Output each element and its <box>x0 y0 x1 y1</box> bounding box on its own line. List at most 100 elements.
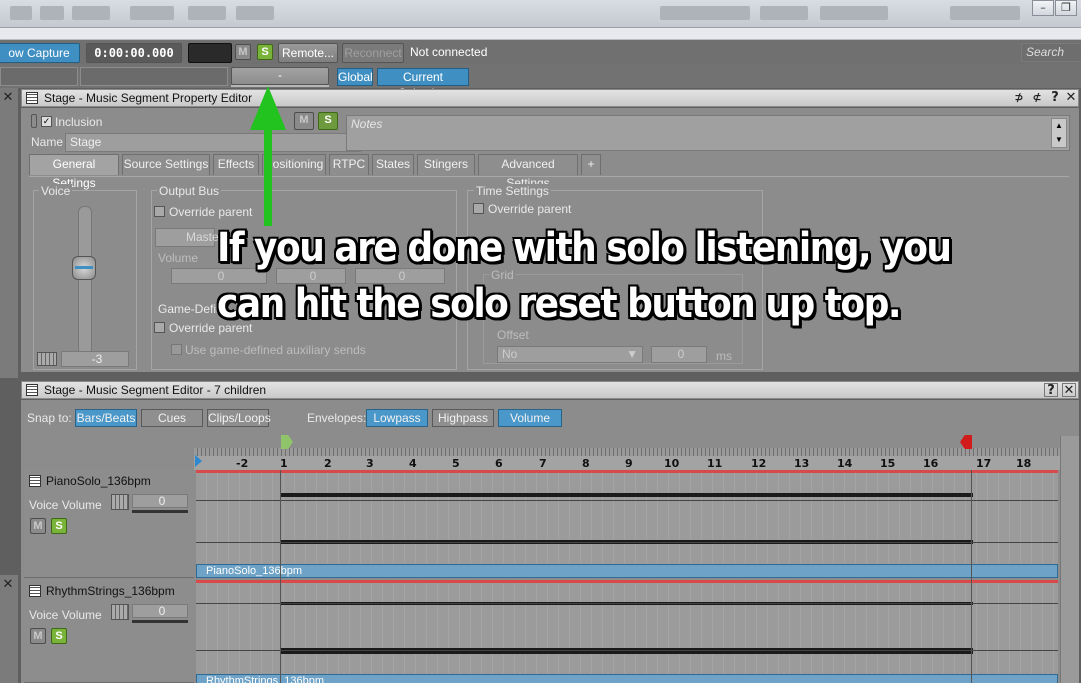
offset-select[interactable]: No ▼ <box>497 346 643 363</box>
ruler-label: 17 <box>976 457 992 470</box>
ruler-label: 4 <box>409 457 417 470</box>
time-settings-label: Time Settings <box>474 184 551 198</box>
snap-to-label: Snap to: <box>27 411 72 425</box>
tab-states[interactable]: States <box>372 154 414 175</box>
restore-icon[interactable]: ❐ <box>1055 0 1077 16</box>
tab-source-settings[interactable]: Source Settings <box>122 154 210 175</box>
output-bus-label: Output Bus <box>157 184 222 198</box>
time-override-checkbox[interactable] <box>473 203 484 214</box>
bus-volume-label: Volume <box>158 251 199 265</box>
inclusion-checkbox[interactable]: ✓ <box>41 116 52 127</box>
segment-editor-title: Stage - Music Segment Editor - 7 childre… <box>44 383 267 397</box>
solo-button[interactable]: S <box>257 44 273 60</box>
help-icon[interactable]: ? <box>1048 91 1062 105</box>
tab-advanced-settings[interactable]: Advanced Settings <box>478 154 578 190</box>
vertical-scrollbar[interactable] <box>1060 436 1079 683</box>
ruler-label: 15 <box>880 457 896 470</box>
envelope-line <box>196 580 1058 583</box>
snap-bars-beats-button[interactable]: Bars/Beats <box>75 409 137 427</box>
close-icon[interactable]: ✕ <box>1 91 15 105</box>
envelopes-label: Envelopes: <box>307 411 367 425</box>
track-name: PianoSolo_136bpm <box>46 474 151 488</box>
capture-time-button[interactable]: ow Capture Time <box>0 43 80 78</box>
voice-slider-track[interactable] <box>78 206 92 356</box>
solo-reset-button[interactable]: - <box>231 67 329 85</box>
menu-blob <box>236 6 274 20</box>
mute-button[interactable]: M <box>294 112 314 130</box>
menu-blob <box>40 6 64 20</box>
use-aux-sends-label: Use game-defined auxiliary sends <box>185 343 366 357</box>
ruler-label: 11 <box>707 457 723 470</box>
close-icon[interactable]: ✕ <box>1064 91 1078 105</box>
empty-slot <box>80 67 228 86</box>
transport-bar: ow Capture Time 0:00:00.000 M S Remote..… <box>0 40 1081 78</box>
notes-field[interactable]: Notes <box>346 115 1070 151</box>
property-editor-header: Stage - Music Segment Property Editor ⊅ … <box>21 89 1079 107</box>
left-panel-edge-2: ✕ <box>0 575 18 683</box>
envelope-volume-button[interactable]: Volume <box>498 409 562 427</box>
global-button[interactable]: Global <box>337 68 373 86</box>
tab-add-button[interactable]: + <box>581 154 601 175</box>
track-header[interactable]: PianoSolo_136bpm Voice Volume 0 M S <box>24 470 194 578</box>
snap-clips-loops-button[interactable]: Clips/Loops <box>207 409 271 427</box>
master-bus-field[interactable]: Maste <box>155 228 219 247</box>
link-toggle-icon[interactable] <box>111 494 129 510</box>
ruler-label: 3 <box>366 457 374 470</box>
reconnect-button[interactable]: Reconnect <box>342 43 404 63</box>
ruler-label: 16 <box>923 457 939 470</box>
track-volume-field[interactable]: 0 <box>132 494 188 508</box>
game-defined-label: Game-Defin <box>158 302 223 316</box>
tutorial-caption: If you are done with solo listening, you… <box>217 220 997 332</box>
play-cursor-marker[interactable] <box>195 455 202 467</box>
ruler-label: 18 <box>1016 457 1032 470</box>
ruler-label: -2 <box>236 457 249 470</box>
help-icon[interactable]: ? <box>1044 383 1058 397</box>
link-toggle-icon[interactable] <box>111 604 129 620</box>
link-icon[interactable]: ⊄ <box>1030 91 1044 105</box>
ruler-label: 10 <box>664 457 680 470</box>
track-icon <box>29 585 41 597</box>
envelope-highpass-button[interactable]: Highpass <box>432 409 494 427</box>
tab-stingers[interactable]: Stingers <box>417 154 475 175</box>
track-solo-button[interactable]: S <box>51 628 67 644</box>
track-volume-field[interactable]: 0 <box>132 604 188 618</box>
track-lane[interactable]: RhythmStrings_136bpm <box>196 580 1058 683</box>
output-override-checkbox[interactable] <box>154 206 165 217</box>
envelope-lowpass-button[interactable]: Lowpass <box>366 409 428 427</box>
arrow-shaft <box>264 126 272 226</box>
meter-display <box>188 43 232 63</box>
tab-rtpc[interactable]: RTPC <box>329 154 369 175</box>
game-override-checkbox[interactable] <box>154 322 165 333</box>
track-volume-slider[interactable] <box>132 510 188 513</box>
minimize-icon[interactable]: – <box>1032 0 1054 16</box>
ruler-label: 14 <box>837 457 853 470</box>
clip-label[interactable]: RhythmStrings_136bpm <box>196 674 1058 683</box>
voice-volume-label: Voice Volume <box>29 498 102 512</box>
voice-volume-field[interactable]: -3 <box>61 351 129 367</box>
arrow-head <box>250 86 286 130</box>
use-aux-sends-checkbox[interactable] <box>171 344 182 355</box>
link-toggle-icon[interactable] <box>37 352 57 366</box>
solo-button[interactable]: S <box>318 112 338 130</box>
search-input[interactable]: Search <box>1021 43 1081 62</box>
track-mute-button[interactable]: M <box>30 628 46 644</box>
current-selection-button[interactable]: Current Selection <box>377 68 469 100</box>
clip-label[interactable]: PianoSolo_136bpm <box>196 564 1058 578</box>
snap-cues-button[interactable]: Cues <box>141 409 203 427</box>
ruler-label: 2 <box>324 457 332 470</box>
mute-button[interactable]: M <box>235 44 251 60</box>
notes-scrollbar[interactable]: ▲ ▼ <box>1051 118 1067 148</box>
timeline-ruler[interactable]: -2 1 2 3 4 5 6 7 8 9 10 11 12 13 14 15 1… <box>194 448 1060 470</box>
close-icon[interactable]: ✕ <box>1062 383 1076 397</box>
track-mute-button[interactable]: M <box>30 518 46 534</box>
track-lane[interactable]: PianoSolo_136bpm <box>196 470 1058 578</box>
pin-icon[interactable]: ⊅ <box>1012 91 1026 105</box>
tab-general-settings[interactable]: General Settings <box>29 154 119 190</box>
offset-field[interactable]: 0 <box>651 346 707 363</box>
remote-button[interactable]: Remote... <box>278 43 338 63</box>
close-icon[interactable]: ✕ <box>1 578 15 592</box>
track-solo-button[interactable]: S <box>51 518 67 534</box>
name-field[interactable]: Stage <box>65 133 361 152</box>
track-volume-slider[interactable] <box>132 620 188 623</box>
track-header[interactable]: RhythmStrings_136bpm Voice Volume 0 M S <box>24 580 194 683</box>
